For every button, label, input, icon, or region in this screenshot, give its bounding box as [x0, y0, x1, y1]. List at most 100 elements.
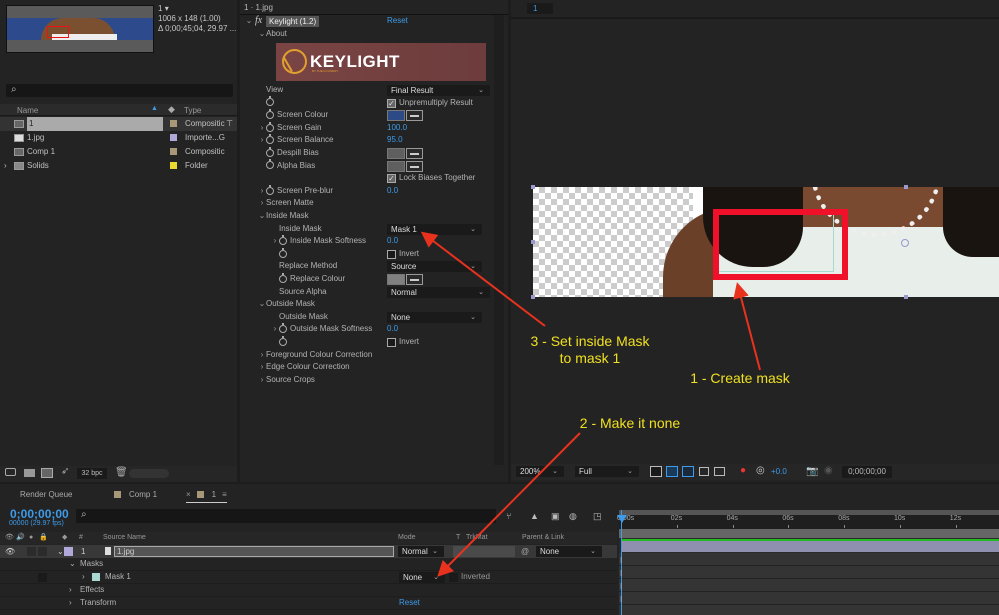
transform-label[interactable]: Transform [80, 597, 116, 610]
timeline-tab[interactable]: Render Queue [20, 489, 72, 503]
stopwatch-icon[interactable] [279, 335, 287, 346]
transparency-grid-icon[interactable] [666, 466, 678, 477]
eyedropper-icon[interactable] [406, 160, 423, 172]
new-folder-icon[interactable] [24, 469, 35, 477]
timeline-tab[interactable]: × 1 ≡ [186, 489, 227, 503]
unpremultiply-checkbox[interactable]: ✓ [387, 98, 396, 108]
time-ruler[interactable]: 0:00s 02s 04s 06s 08s 10s 12s [617, 515, 999, 529]
stopwatch-icon[interactable] [266, 109, 274, 120]
mask-color-swatch[interactable] [92, 573, 100, 581]
fg-colour-correction-group[interactable]: Foreground Colour Correction [266, 349, 372, 362]
screen-colour-swatch[interactable] [387, 110, 405, 122]
source-alpha-dropdown[interactable]: Normal ⌄ [387, 286, 490, 298]
about-label[interactable]: About [266, 28, 287, 41]
transform-chevron[interactable]: › [69, 597, 72, 610]
playhead-icon[interactable] [617, 515, 627, 523]
fast-previews-icon[interactable] [650, 466, 662, 477]
graph-editor-icon[interactable]: ◳ [593, 511, 602, 522]
layer-handle[interactable] [904, 185, 908, 189]
effect-controls-scrollbar[interactable] [494, 15, 504, 465]
layer-handle[interactable] [531, 185, 535, 189]
screen-balance-value[interactable]: 95.0 [387, 134, 403, 147]
mask-visibility-icon[interactable] [682, 466, 694, 477]
thumb-menu-icon[interactable]: ▾ [165, 4, 169, 13]
project-scroll-slider[interactable] [129, 469, 169, 478]
bpc-button[interactable]: 32 bpc [77, 468, 107, 479]
effect-collapse-chevron[interactable]: ⌄ [245, 15, 253, 28]
timeline-tab[interactable]: Comp 1 [114, 489, 157, 503]
grid-guides-icon[interactable] [714, 467, 725, 476]
project-item[interactable]: 1 Compositic ⊤ [0, 117, 237, 131]
expand-chevron[interactable]: › [258, 185, 266, 198]
stopwatch-icon[interactable] [266, 121, 274, 132]
collapse-chevron[interactable]: ⌄ [258, 210, 266, 223]
column-source-name[interactable]: Source Name [103, 532, 146, 544]
expand-chevron[interactable]: › [271, 323, 279, 336]
collapse-chevron[interactable]: ⌄ [258, 298, 266, 311]
layer-handle[interactable] [904, 295, 908, 299]
inside-invert-checkbox[interactable] [387, 249, 396, 259]
stopwatch-icon[interactable] [279, 247, 287, 258]
despill-bias-swatch[interactable] [387, 148, 405, 159]
project-search-input[interactable]: ⌕ [6, 84, 233, 97]
flowchart-icon[interactable]: ⊤ [226, 117, 233, 131]
screen-preblur-value[interactable]: 0.0 [387, 185, 398, 198]
inside-mask-dropdown[interactable]: Mask 1 ⌄ [387, 223, 482, 235]
view-dropdown[interactable]: Final Result ⌄ [387, 85, 490, 96]
new-composition-icon[interactable] [41, 468, 53, 478]
zoom-dropdown[interactable]: 200% ⌄ [516, 466, 564, 477]
expand-chevron[interactable]: › [4, 159, 7, 173]
replace-method-dropdown[interactable]: Source ⌄ [387, 261, 482, 273]
resolution-dropdown[interactable]: Full ⌄ [575, 466, 639, 477]
trkmat-field[interactable] [453, 546, 515, 557]
interpret-footage-icon[interactable] [5, 468, 16, 476]
channel-icon[interactable]: ● [740, 465, 746, 476]
frame-blending-icon[interactable]: ▣ [551, 511, 560, 522]
show-snapshot-icon[interactable]: ◉ [824, 465, 833, 476]
inside-mask-softness-value[interactable]: 0.0 [387, 235, 398, 248]
edge-colour-correction-group[interactable]: Edge Colour Correction [266, 361, 350, 374]
viewer-tab[interactable]: 1 [527, 3, 553, 14]
sort-ascending-icon[interactable]: ▲ [151, 105, 158, 112]
mask1-chevron[interactable]: › [82, 571, 85, 584]
effects-chevron[interactable]: › [69, 584, 72, 597]
stopwatch-icon[interactable] [266, 146, 274, 157]
column-name[interactable]: Name [17, 106, 38, 115]
effects-label[interactable]: Effects [80, 584, 104, 597]
layer-label-color[interactable] [64, 547, 73, 556]
draft-3d-icon[interactable]: ▲ [530, 511, 539, 521]
alpha-bias-swatch[interactable] [387, 160, 405, 172]
region-of-interest-icon[interactable] [699, 467, 709, 476]
outside-mask-group[interactable]: Outside Mask [266, 298, 315, 311]
eyedropper-icon[interactable] [406, 274, 423, 285]
project-item[interactable]: 1.jpg Importe...G [0, 131, 237, 145]
screen-matte-group[interactable]: Screen Matte [266, 197, 314, 210]
label-color-swatch[interactable] [170, 120, 177, 127]
stopwatch-icon[interactable] [266, 96, 274, 107]
pickwhip-icon[interactable]: @ [521, 545, 529, 558]
snapshot-icon[interactable]: 📷 [806, 466, 818, 477]
fx-icon[interactable]: fx [255, 15, 262, 28]
expand-chevron[interactable]: › [258, 122, 266, 135]
layer-handle[interactable] [531, 295, 535, 299]
lock-biases-checkbox[interactable]: ✓ [387, 174, 396, 184]
parent-dropdown[interactable]: None ⌄ [536, 546, 602, 557]
source-crops-group[interactable]: Source Crops [266, 374, 315, 387]
about-chevron[interactable]: ⌄ [258, 28, 266, 41]
stopwatch-icon[interactable] [266, 159, 274, 170]
stopwatch-icon[interactable] [279, 323, 287, 334]
screen-gain-value[interactable]: 100.0 [387, 122, 407, 135]
layer-mode-dropdown[interactable]: Normal ⌄ [398, 546, 444, 557]
exposure-value[interactable]: +0.0 [771, 467, 787, 476]
close-icon[interactable]: × [186, 490, 191, 499]
expand-chevron[interactable]: › [258, 374, 266, 387]
anchor-point-icon[interactable] [901, 239, 909, 247]
expand-chevron[interactable]: › [258, 197, 266, 210]
mask1-name[interactable]: Mask 1 [105, 571, 131, 584]
stopwatch-icon[interactable] [279, 272, 287, 283]
expand-chevron[interactable]: › [271, 235, 279, 248]
stopwatch-icon[interactable] [266, 134, 274, 145]
project-item[interactable]: Comp 1 Compositic [0, 145, 237, 159]
visibility-eye-icon[interactable]: 👁 [5, 545, 15, 558]
trash-icon[interactable]: 🗑 [115, 467, 128, 478]
